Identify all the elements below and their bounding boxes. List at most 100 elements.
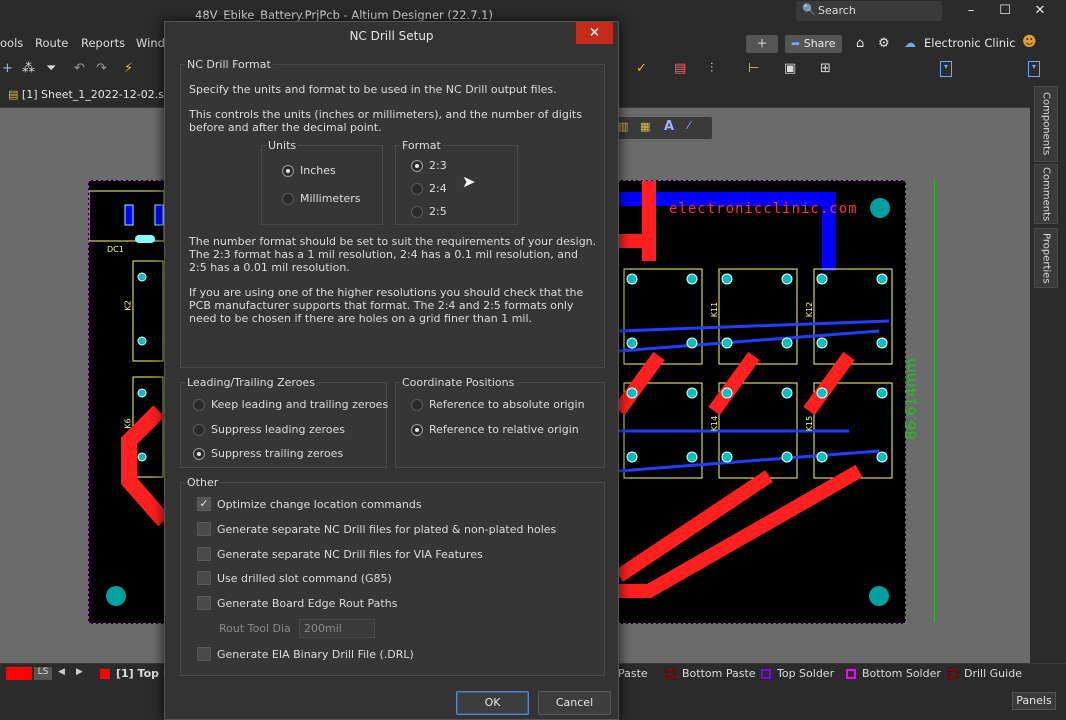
- separate-via-checkbox[interactable]: Generate separate NC Drill files for VIA…: [197, 547, 483, 561]
- layer-tab-paste[interactable]: Paste: [618, 667, 648, 680]
- layer-tab-top[interactable]: [1] Top L: [100, 667, 170, 680]
- checkbox-indicator: [197, 522, 211, 536]
- group-legend: Other: [187, 476, 219, 489]
- maximize-button[interactable]: ☐: [992, 3, 1018, 23]
- minimize-button[interactable]: –: [958, 3, 984, 23]
- menu-window[interactable]: Wind: [136, 36, 165, 50]
- schematic-file-icon: ▤: [8, 88, 19, 101]
- suppress-leading-radio[interactable]: Suppress leading zeroes: [193, 423, 345, 436]
- absolute-origin-radio[interactable]: Reference to absolute origin: [411, 398, 585, 411]
- add-icon[interactable]: +: [2, 61, 13, 76]
- panel-dropdown-icon[interactable]: ▾: [940, 61, 952, 77]
- gear-icon[interactable]: ⚙: [878, 36, 890, 51]
- layer-label: Paste: [618, 667, 648, 680]
- layer-tab-bottom-paste[interactable]: Bottom Paste: [666, 667, 756, 680]
- align-icon[interactable]: ▤: [674, 61, 686, 76]
- designator-k15: K15: [805, 415, 815, 432]
- tab-properties[interactable]: Properties: [1034, 228, 1058, 288]
- text-icon[interactable]: A: [664, 119, 674, 134]
- intro-text-2: This controls the units (inches or milli…: [189, 108, 582, 134]
- panel-dropdown-icon-2[interactable]: ▾: [1028, 61, 1040, 77]
- comment-button[interactable]: ＋: [746, 35, 778, 53]
- filter-icon[interactable]: ⏷: [46, 61, 56, 76]
- tab-comments[interactable]: Comments: [1034, 164, 1058, 224]
- layer-next-icon[interactable]: ▶: [76, 667, 83, 677]
- select-icon[interactable]: ⁂: [22, 61, 35, 76]
- dimension-label: 86.614mm: [901, 358, 920, 440]
- close-window-button[interactable]: ✕: [1027, 3, 1053, 23]
- ls-button[interactable]: LS: [34, 667, 52, 680]
- units-inches-radio[interactable]: Inches: [282, 164, 336, 177]
- layer-tab-bottom-solder[interactable]: Bottom Solder: [846, 667, 941, 680]
- menu-reports[interactable]: Reports: [81, 36, 125, 50]
- checkbox-label: Generate Board Edge Rout Paths: [217, 596, 398, 610]
- radio-indicator: [193, 423, 205, 436]
- layer-tab-drill-guide[interactable]: Drill Guide: [948, 667, 1022, 680]
- line-icon[interactable]: ⁄: [688, 119, 690, 132]
- room-icon[interactable]: ▣: [784, 61, 796, 76]
- coordinate-positions-group: Coordinate Positions: [395, 376, 605, 468]
- format-2-3-radio[interactable]: 2:3: [411, 159, 447, 172]
- layer-label: Drill Guide: [964, 667, 1022, 680]
- keep-zeroes-radio[interactable]: Keep leading and trailing zeroes: [193, 398, 388, 411]
- group-legend: Leading/Trailing Zeroes: [187, 376, 315, 389]
- undo-icon[interactable]: ↶: [74, 61, 85, 76]
- share-label: Share: [803, 37, 836, 50]
- cancel-button[interactable]: Cancel: [538, 691, 611, 715]
- checkbox-indicator: [197, 547, 211, 561]
- layer-tab-top-solder[interactable]: Top Solder: [761, 667, 834, 680]
- account-name[interactable]: Electronic Clinic: [924, 36, 1016, 50]
- home-icon[interactable]: ⌂: [856, 36, 864, 51]
- separate-plated-checkbox[interactable]: Generate separate NC Drill files for pla…: [197, 522, 556, 536]
- component-icon[interactable]: ▥: [618, 120, 628, 133]
- route-icon[interactable]: ⚡: [124, 61, 133, 76]
- share-button[interactable]: ➦ Share: [785, 35, 842, 53]
- radio-indicator: [411, 159, 423, 172]
- avatar[interactable]: ☻: [1022, 34, 1037, 50]
- group-legend: NC Drill Format: [187, 58, 271, 71]
- optimize-location-checkbox[interactable]: ✓ Optimize change location commands: [197, 497, 422, 511]
- search-input[interactable]: 🔍 Search: [796, 1, 942, 21]
- eia-binary-checkbox[interactable]: Generate EIA Binary Drill File (.DRL): [197, 647, 414, 661]
- radio-indicator: [282, 164, 294, 177]
- radio-label: Keep leading and trailing zeroes: [211, 398, 389, 411]
- current-layer-swatch[interactable]: [6, 667, 32, 680]
- window-title: 48V_Ebike_Battery.PrjPcb - Altium Design…: [195, 8, 493, 22]
- panels-button[interactable]: Panels: [1012, 692, 1056, 710]
- fill-icon[interactable]: ▦: [640, 120, 650, 133]
- designator-k11: K11: [710, 301, 720, 318]
- menu-route[interactable]: Route: [35, 36, 68, 50]
- radio-label: Inches: [300, 164, 336, 177]
- distribute-icon[interactable]: ⫶: [710, 61, 713, 76]
- dialog-close-button[interactable]: ✕: [576, 22, 613, 44]
- drilled-slot-checkbox[interactable]: Use drilled slot command (G85): [197, 571, 392, 585]
- rout-tool-input[interactable]: 200mil: [299, 619, 375, 638]
- radio-label: Reference to relative origin: [429, 423, 579, 436]
- grid-icon[interactable]: ⊞: [820, 61, 831, 76]
- layer-swatch: [666, 668, 676, 679]
- board-edge-rout-checkbox[interactable]: Generate Board Edge Rout Paths: [197, 596, 397, 610]
- canvas-toolbar: ▥ ▦ A ⁄: [612, 117, 712, 139]
- relative-origin-radio[interactable]: Reference to relative origin: [411, 423, 579, 436]
- format-2-4-radio[interactable]: 2:4: [411, 182, 447, 195]
- suppress-trailing-radio[interactable]: Suppress trailing zeroes: [193, 447, 343, 460]
- layer-swatch: [948, 668, 958, 679]
- rout-tool-label: Rout Tool Dia: [219, 622, 291, 635]
- ok-button[interactable]: OK: [456, 691, 529, 715]
- redo-icon[interactable]: ↷: [96, 61, 107, 76]
- radio-indicator: [411, 205, 423, 218]
- radio-indicator: [193, 398, 205, 411]
- dimension-icon[interactable]: ⊢: [748, 61, 759, 76]
- units-millimeters-radio[interactable]: Millimeters: [282, 192, 361, 205]
- format-2-5-radio[interactable]: 2:5: [411, 205, 447, 218]
- menu-tools[interactable]: ools: [0, 36, 23, 50]
- checkbox-label: Generate separate NC Drill files for VIA…: [217, 547, 483, 561]
- checkbox-indicator: [197, 647, 211, 661]
- tab-components[interactable]: Components: [1034, 86, 1058, 162]
- layer-prev-icon[interactable]: ◀: [58, 667, 65, 677]
- tab-schematic[interactable]: ▤ [1] Sheet_1_2022-12-02.sch: [8, 88, 177, 101]
- radio-label: Suppress trailing zeroes: [211, 447, 344, 460]
- dimension-line: [934, 180, 935, 622]
- group-legend: Units: [268, 139, 297, 152]
- check-icon[interactable]: ✓: [636, 61, 647, 76]
